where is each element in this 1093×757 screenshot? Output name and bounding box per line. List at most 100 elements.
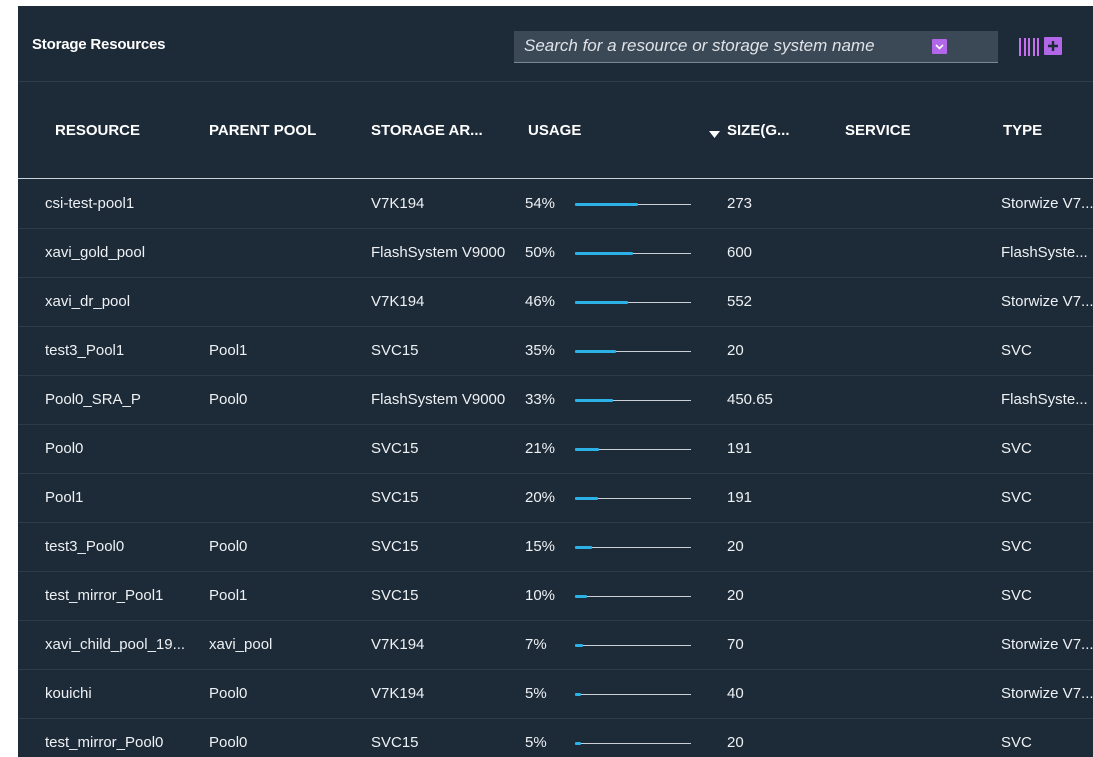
cell-parent-pool: Pool0 [209, 734, 248, 751]
usage-bar [575, 252, 691, 255]
usage-bar-fill [575, 693, 581, 696]
cell-usage-percent: 35% [525, 342, 556, 359]
cell-resource: csi-test-pool1 [45, 195, 135, 212]
cell-size: 20 [727, 587, 744, 604]
cell-size: 273 [727, 195, 753, 212]
columns-icon[interactable] [1019, 38, 1039, 56]
cell-storage-system: FlashSystem V9000 [371, 391, 506, 408]
usage-bar [575, 301, 691, 304]
cell-storage-system: SVC15 [371, 342, 419, 359]
table-body: csi-test-pool1 V7K194 54% 273 Storwize V7...… [18, 180, 1093, 757]
cell-parent-pool: xavi_pool [209, 636, 273, 653]
table-row[interactable]: test_mirror_Pool1 Pool1 SVC15 10% 20 SVC [18, 572, 1093, 621]
usage-bar [575, 742, 691, 745]
column-header-size[interactable]: SIZE(G... [727, 122, 790, 139]
cell-resource: test3_Pool1 [45, 342, 125, 359]
usage-bar-fill [575, 301, 629, 304]
cell-resource: test_mirror_Pool1 [45, 587, 164, 604]
table-row[interactable]: test3_Pool1 Pool1 SVC15 35% 20 SVC [18, 327, 1093, 376]
cell-usage-percent: 46% [525, 293, 556, 310]
cell-parent-pool [209, 229, 349, 277]
usage-bar [575, 693, 691, 696]
cell-size: 20 [727, 342, 744, 359]
table-row[interactable]: Pool0_SRA_P Pool0 FlashSystem V9000 33% 450.… [18, 376, 1093, 425]
cell-resource: test_mirror_Pool0 [45, 734, 164, 751]
column-header-resource[interactable]: RESOURCE [55, 122, 140, 139]
sort-descending-icon[interactable] [709, 131, 720, 138]
table-row[interactable]: csi-test-pool1 V7K194 54% 273 Storwize V7... [18, 180, 1093, 229]
cell-size: 20 [727, 734, 744, 751]
column-header-storage-system[interactable]: STORAGE AR... [371, 122, 483, 139]
cell-usage-percent: 21% [525, 440, 556, 457]
usage-bar-fill [575, 644, 584, 647]
cell-parent-pool [209, 425, 349, 473]
table-row[interactable]: test3_Pool0 Pool0 SVC15 15% 20 SVC [18, 523, 1093, 572]
cell-storage-system: V7K194 [371, 685, 425, 702]
usage-bar [575, 497, 691, 500]
cell-size: 191 [727, 440, 753, 457]
table-row[interactable]: Pool1 SVC15 20% 191 SVC [18, 474, 1093, 523]
usage-bar [575, 399, 691, 402]
cell-type: SVC [1001, 342, 1032, 359]
panel-title: Storage Resources [32, 36, 166, 53]
table-row[interactable]: xavi_dr_pool V7K194 46% 552 Storwize V7... [18, 278, 1093, 327]
table-row[interactable]: xavi_child_pool_19... xavi_pool V7K194 7% 70… [18, 621, 1093, 670]
search-box[interactable] [514, 31, 998, 63]
cell-storage-system: V7K194 [371, 636, 425, 653]
cell-type: Storwize V7... [1001, 636, 1093, 653]
plus-icon[interactable] [1044, 37, 1062, 55]
usage-bar-fill [575, 399, 614, 402]
cell-parent-pool: Pool0 [209, 538, 248, 555]
cell-usage-percent: 15% [525, 538, 556, 555]
cell-parent-pool [209, 278, 349, 326]
search-input[interactable] [524, 31, 914, 61]
cell-usage-percent: 10% [525, 587, 556, 604]
cell-storage-system: SVC15 [371, 734, 419, 751]
cell-storage-system: V7K194 [371, 195, 425, 212]
table-row[interactable]: Pool0 SVC15 21% 191 SVC [18, 425, 1093, 474]
table-row[interactable]: kouichi Pool0 V7K194 5% 40 Storwize V7... [18, 670, 1093, 719]
cell-type: FlashSyste... [1001, 391, 1088, 408]
cell-usage-percent: 33% [525, 391, 556, 408]
chevron-down-icon[interactable] [932, 39, 947, 54]
table-row[interactable]: xavi_gold_pool FlashSystem V9000 50% 600 Fla… [18, 229, 1093, 278]
table-header: RESOURCE PARENT POOL STORAGE AR... USAGE… [18, 83, 1093, 179]
usage-bar [575, 448, 691, 451]
cell-resource: kouichi [45, 685, 92, 702]
cell-type: SVC [1001, 489, 1032, 506]
column-header-usage[interactable]: USAGE [528, 122, 581, 139]
cell-resource: xavi_child_pool_19... [45, 636, 186, 653]
cell-size: 191 [727, 489, 753, 506]
cell-type: SVC [1001, 587, 1032, 604]
panel-toolbar: Storage Resources [18, 6, 1093, 82]
cell-size: 600 [727, 244, 753, 261]
cell-usage-percent: 50% [525, 244, 556, 261]
cell-size: 552 [727, 293, 753, 310]
cell-storage-system: SVC15 [371, 587, 419, 604]
cell-size: 450.65 [727, 391, 773, 408]
cell-resource: test3_Pool0 [45, 538, 125, 555]
usage-bar [575, 350, 691, 353]
cell-parent-pool [209, 474, 349, 522]
cell-parent-pool: Pool0 [209, 685, 248, 702]
usage-bar-fill [575, 252, 633, 255]
storage-resources-panel: Storage Resources RESOURCE PARENT POOL S… [18, 6, 1093, 757]
cell-usage-percent: 5% [525, 734, 547, 751]
cell-usage-percent: 20% [525, 489, 556, 506]
usage-bar-fill [575, 595, 587, 598]
cell-parent-pool: Pool1 [209, 342, 248, 359]
cell-type: SVC [1001, 440, 1032, 457]
cell-usage-percent: 54% [525, 195, 556, 212]
cell-resource: Pool0 [45, 440, 84, 457]
table-row[interactable]: test_mirror_Pool0 Pool0 SVC15 5% 20 SVC [18, 719, 1093, 757]
cell-storage-system: FlashSystem V9000 [371, 244, 506, 261]
column-header-service[interactable]: SERVICE [845, 122, 911, 139]
cell-storage-system: SVC15 [371, 440, 419, 457]
column-header-parent-pool[interactable]: PARENT POOL [209, 122, 316, 139]
cell-size: 70 [727, 636, 744, 653]
usage-bar-fill [575, 742, 581, 745]
column-header-type[interactable]: TYPE [1003, 122, 1042, 139]
cell-type: FlashSyste... [1001, 244, 1088, 261]
cell-parent-pool [209, 180, 349, 228]
usage-bar-fill [575, 448, 600, 451]
